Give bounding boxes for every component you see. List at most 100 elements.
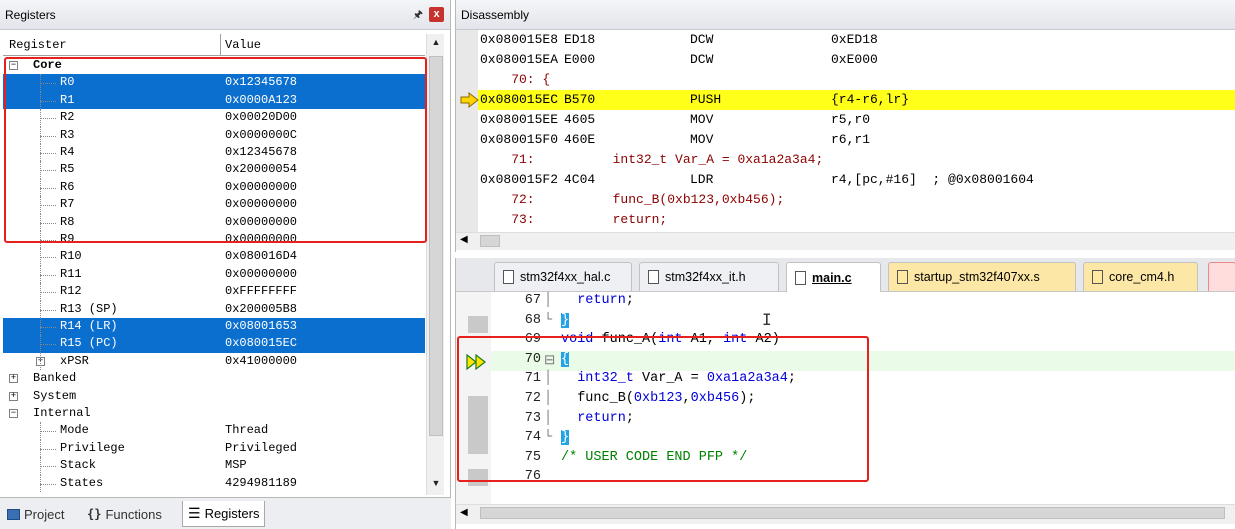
register-row[interactable]: States 4294981189 — [3, 474, 425, 492]
text-cursor-icon: I — [762, 310, 772, 329]
column-header-register[interactable]: Register — [9, 38, 67, 52]
registers-title: Registers — [5, 7, 56, 22]
scroll-thumb[interactable] — [480, 235, 500, 247]
register-row[interactable]: R11 0x00000000 — [3, 265, 425, 284]
column-separator[interactable] — [220, 34, 221, 56]
register-value[interactable]: Thread — [225, 423, 268, 437]
tree-connector — [40, 274, 56, 276]
register-value[interactable]: Privileged — [225, 441, 297, 455]
register-row[interactable]: Mode Thread — [3, 422, 425, 440]
register-row[interactable]: + xPSR 0x41000000 — [3, 352, 425, 371]
register-name: R12 — [60, 284, 82, 299]
tab-functions[interactable]: {} Functions — [82, 501, 167, 527]
disassembly-source-line[interactable]: 70: { — [478, 70, 1235, 90]
register-value[interactable]: 0x080016D4 — [225, 249, 297, 263]
tree-connector — [40, 457, 41, 475]
register-value[interactable]: 0x00000000 — [225, 267, 297, 281]
line-number[interactable]: 67 — [491, 293, 541, 308]
tree-connector — [40, 300, 41, 318]
file-tab-label: core_cm4.h — [1109, 270, 1175, 284]
register-value[interactable]: 0x200005B8 — [225, 302, 297, 316]
disassembly-instruction[interactable]: 0x080015EA E000 DCW 0xE000 — [478, 50, 1235, 70]
scroll-left-icon[interactable]: ◀ — [460, 507, 468, 518]
expand-icon[interactable]: + — [9, 374, 18, 384]
disassembly-horizontal-scrollbar[interactable]: ◀ — [456, 232, 1235, 250]
instruction-mnemonic: LDR — [690, 172, 714, 187]
tab-registers-label: Registers — [204, 506, 260, 521]
file-tabs: stm32f4xx_hal.c stm32f4xx_it.h main.c start… — [456, 258, 1235, 292]
register-row[interactable]: R15 (PC) 0x080015EC — [3, 335, 425, 353]
project-icon — [7, 508, 20, 520]
file-tab[interactable]: core_cm4.h — [1083, 262, 1198, 291]
instruction-address: 0x080015EC — [480, 92, 559, 107]
register-name: Internal — [33, 406, 91, 420]
disassembly-source-line[interactable]: 73: return; — [478, 210, 1235, 230]
register-row[interactable]: R14 (LR) 0x08001653 — [3, 318, 425, 336]
disassembly-instruction[interactable]: 0x080015F0 460E MOV r6,r1 — [478, 130, 1235, 150]
register-value[interactable]: 0x080015EC — [225, 336, 297, 350]
instruction-opcode: 4C04 — [564, 172, 596, 187]
register-value[interactable]: 0x08001653 — [225, 319, 297, 333]
tree-connector — [40, 466, 56, 468]
scroll-up-icon[interactable]: ▲ — [430, 37, 442, 51]
column-header-value[interactable]: Value — [225, 38, 261, 52]
instruction-opcode: E000 — [564, 52, 596, 67]
scroll-down-icon[interactable]: ▼ — [430, 478, 442, 492]
pin-icon[interactable]: 🖈 — [412, 9, 424, 21]
disassembly-title-bar: Disassembly — [456, 0, 1235, 30]
disassembly-source-line[interactable]: 71: int32_t Var_A = 0xa1a2a3a4; — [478, 150, 1235, 170]
tree-connector — [40, 474, 41, 492]
register-column-headers: Register Value — [3, 34, 425, 56]
tab-registers[interactable]: ☰ Registers — [182, 501, 266, 527]
register-name: R13 (SP) — [60, 301, 118, 316]
scroll-left-icon[interactable]: ◀ — [460, 234, 468, 245]
tree-connector — [40, 344, 56, 346]
file-tab[interactable]: stm32f4xx_hal.c — [494, 262, 632, 291]
register-row[interactable]: Privilege Privileged — [3, 439, 425, 458]
disassembly-instruction[interactable]: 0x080015EE 4605 MOV r5,r0 — [478, 110, 1235, 130]
register-row[interactable]: + Banked — [3, 370, 425, 387]
disassembly-source-line[interactable]: 72: func_B(0xb123,0xb456); — [478, 190, 1235, 210]
file-tab[interactable]: stm32f4xx_it.h — [639, 262, 779, 291]
register-value[interactable]: MSP — [225, 458, 247, 472]
scroll-thumb[interactable] — [429, 56, 443, 436]
register-value[interactable]: 4294981189 — [225, 476, 297, 490]
tree-connector — [40, 352, 41, 371]
register-value[interactable]: 0x41000000 — [225, 354, 297, 368]
expand-icon[interactable]: + — [9, 391, 18, 401]
tab-project[interactable]: Project — [2, 501, 69, 527]
line-number[interactable]: 68 — [491, 313, 541, 328]
instruction-mnemonic: PUSH — [690, 92, 722, 107]
register-row[interactable]: R13 (SP) 0x200005B8 — [3, 300, 425, 318]
file-tab[interactable]: main.c — [786, 262, 881, 292]
instruction-address: 0x080015E8 — [480, 32, 559, 47]
document-icon — [897, 270, 908, 284]
tree-connector — [40, 292, 56, 294]
close-icon[interactable]: x — [429, 7, 444, 22]
register-value[interactable]: 0xFFFFFFFF — [225, 284, 297, 298]
scroll-thumb[interactable] — [480, 507, 1225, 519]
tree-connector — [40, 309, 56, 311]
register-row[interactable]: R10 0x080016D4 — [3, 248, 425, 266]
instruction-operands: 0xE000 — [831, 52, 878, 67]
register-row[interactable]: R12 0xFFFFFFFF — [3, 283, 425, 301]
disassembly-instruction[interactable]: 0x080015E8 ED18 DCW 0xED18 — [478, 30, 1235, 50]
editor-horizontal-scrollbar[interactable]: ◀ — [456, 504, 1235, 524]
register-row[interactable]: + System — [3, 388, 425, 405]
source-line[interactable]: 68 └} — [491, 312, 1235, 332]
file-tab-overflow[interactable] — [1208, 262, 1235, 291]
instruction-mnemonic: MOV — [690, 132, 714, 147]
disassembly-instruction[interactable]: 0x080015F2 4C04 LDR r4,[pc,#16] ; @0x080016… — [478, 170, 1235, 190]
source-line[interactable]: 67 │ return; — [491, 292, 1235, 312]
register-row[interactable]: − Internal — [3, 405, 425, 422]
register-row[interactable]: Stack MSP — [3, 457, 425, 475]
file-tab[interactable]: startup_stm32f407xx.s — [888, 262, 1076, 291]
register-name: Banked — [33, 371, 77, 386]
register-name: xPSR — [60, 353, 89, 368]
disassembly-instruction[interactable]: 0x080015EC B570 PUSH {r4-r6,lr} — [478, 90, 1235, 110]
code-brace: } — [561, 312, 570, 328]
document-icon — [795, 270, 806, 285]
tree-connector — [40, 448, 56, 450]
collapse-icon[interactable]: − — [9, 409, 18, 418]
registers-vertical-scrollbar[interactable]: ▲ ▼ — [426, 34, 444, 495]
